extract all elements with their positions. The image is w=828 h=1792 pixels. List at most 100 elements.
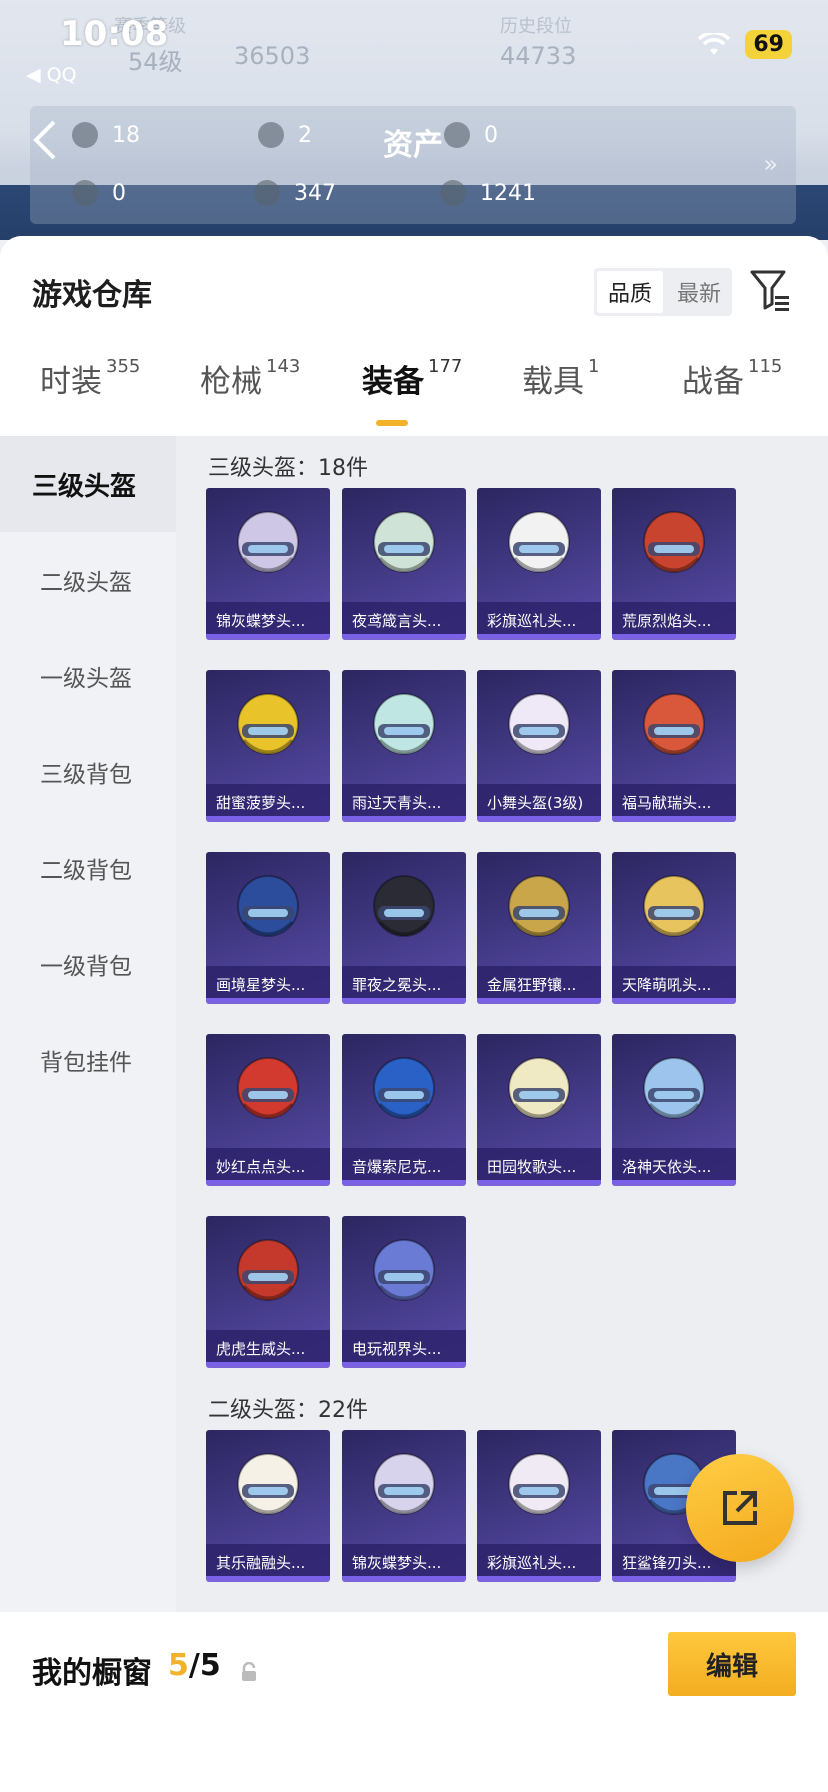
rarity-stripe bbox=[612, 1180, 736, 1184]
asset-item: 18 bbox=[72, 122, 140, 148]
item-grid: 三级头盔：18件 二级头盔：22件 锦灰蝶梦头... 夜鸢箴言头... 彩旗巡礼头.… bbox=[176, 436, 828, 1612]
asset-more-arrow[interactable]: » bbox=[763, 150, 778, 178]
helmet-icon bbox=[373, 1057, 435, 1119]
item-name: 天降萌吼头... bbox=[612, 966, 736, 1002]
showcase-label: 我的橱窗 bbox=[32, 1656, 152, 1691]
rarity-stripe bbox=[342, 816, 466, 820]
rarity-stripe bbox=[206, 998, 330, 1002]
item-card[interactable]: 小舞头盔(3级) bbox=[477, 670, 601, 820]
silver-coin-icon bbox=[254, 180, 280, 206]
item-name: 洛神天依头... bbox=[612, 1148, 736, 1184]
item-card[interactable]: 罪夜之冕头... bbox=[342, 852, 466, 1002]
item-card[interactable]: 彩旗巡礼头... bbox=[477, 1430, 601, 1580]
section-title-level2: 二级头盔：22件 bbox=[208, 1398, 368, 1423]
category-tabs: 时装 355 枪械 143 装备 177 载具 1 战备 115 bbox=[0, 356, 828, 428]
edit-button[interactable]: 编辑 bbox=[668, 1632, 796, 1696]
helmet-icon bbox=[237, 693, 299, 755]
helmet-icon bbox=[373, 693, 435, 755]
rarity-stripe bbox=[477, 1180, 601, 1184]
tab-supplies[interactable]: 战备 115 bbox=[682, 356, 782, 401]
status-indicators: 69 bbox=[697, 30, 792, 59]
share-button[interactable] bbox=[686, 1454, 794, 1562]
sidebar-item-level2-backpack[interactable]: 二级背包 bbox=[0, 820, 176, 916]
item-card[interactable]: 夜鸢箴言头... bbox=[342, 488, 466, 638]
item-name: 电玩视界头... bbox=[342, 1330, 466, 1366]
helmet-icon bbox=[237, 1453, 299, 1515]
sort-quality-button[interactable]: 品质 bbox=[597, 271, 663, 313]
helmet-icon bbox=[643, 693, 705, 755]
item-name: 虎虎生威头... bbox=[206, 1330, 330, 1366]
rarity-stripe bbox=[342, 1576, 466, 1580]
item-name: 福马献瑞头... bbox=[612, 784, 736, 820]
coins-value: 36503 bbox=[234, 42, 311, 70]
item-card[interactable]: 锦灰蝶梦头... bbox=[342, 1430, 466, 1580]
rarity-stripe bbox=[477, 998, 601, 1002]
item-card[interactable]: 音爆索尼克... bbox=[342, 1034, 466, 1184]
back-chevron-icon[interactable] bbox=[30, 118, 60, 162]
item-card[interactable]: 洛神天依头... bbox=[612, 1034, 736, 1184]
item-card[interactable]: 甜蜜菠萝头... bbox=[206, 670, 330, 820]
status-time: 10:08 bbox=[60, 14, 169, 54]
item-card[interactable]: 锦灰蝶梦头... bbox=[206, 488, 330, 638]
item-name: 锦灰蝶梦头... bbox=[206, 602, 330, 638]
item-name: 锦灰蝶梦头... bbox=[342, 1544, 466, 1580]
item-card[interactable]: 妙红点点头... bbox=[206, 1034, 330, 1184]
helmet-icon bbox=[237, 1057, 299, 1119]
rarity-stripe bbox=[612, 816, 736, 820]
page-title: 游戏仓库 bbox=[32, 278, 152, 313]
item-name: 夜鸢箴言头... bbox=[342, 602, 466, 638]
item-card[interactable]: 雨过天青头... bbox=[342, 670, 466, 820]
helmet-icon bbox=[373, 875, 435, 937]
showcase-bar: 我的橱窗 5/5 编辑 bbox=[0, 1612, 828, 1792]
rarity-stripe bbox=[342, 634, 466, 638]
wifi-icon bbox=[697, 30, 731, 57]
item-card[interactable]: 天降萌吼头... bbox=[612, 852, 736, 1002]
warehouse-sheet: 游戏仓库 品质 最新 时装 355 枪械 143 装备 177 载具 1 战备 115 三… bbox=[0, 236, 828, 1792]
filter-icon[interactable] bbox=[748, 268, 792, 314]
subcategory-sidebar: 三级头盔 二级头盔 一级头盔 三级背包 二级背包 一级背包 背包挂件 bbox=[0, 436, 176, 1612]
helmet-icon bbox=[508, 511, 570, 573]
tab-fashion[interactable]: 时装 355 bbox=[40, 356, 140, 401]
sidebar-item-level3-helmet[interactable]: 三级头盔 bbox=[0, 436, 176, 532]
asset-item: 0 bbox=[72, 180, 126, 206]
sidebar-item-level1-helmet[interactable]: 一级头盔 bbox=[0, 628, 176, 724]
rarity-stripe bbox=[342, 1180, 466, 1184]
item-card[interactable]: 荒原烈焰头... bbox=[612, 488, 736, 638]
item-card[interactable]: 彩旗巡礼头... bbox=[477, 488, 601, 638]
item-card[interactable]: 福马献瑞头... bbox=[612, 670, 736, 820]
item-card[interactable]: 其乐融融头... bbox=[206, 1430, 330, 1580]
rarity-stripe bbox=[477, 1576, 601, 1580]
item-card[interactable]: 电玩视界头... bbox=[342, 1216, 466, 1366]
item-name: 金属狂野镶... bbox=[477, 966, 601, 1002]
helmet-icon bbox=[373, 1453, 435, 1515]
item-card[interactable]: 画境星梦头... bbox=[206, 852, 330, 1002]
rarity-stripe bbox=[206, 816, 330, 820]
helmet-icon bbox=[508, 875, 570, 937]
tab-equipment[interactable]: 装备 177 bbox=[362, 356, 462, 401]
points-value: 44733 bbox=[500, 42, 577, 70]
item-name: 雨过天青头... bbox=[342, 784, 466, 820]
sidebar-item-level3-backpack[interactable]: 三级背包 bbox=[0, 724, 176, 820]
sort-newest-button[interactable]: 最新 bbox=[666, 268, 732, 316]
section-title-level3: 三级头盔：18件 bbox=[208, 456, 368, 481]
helmet-icon bbox=[237, 875, 299, 937]
item-card[interactable]: 田园牧歌头... bbox=[477, 1034, 601, 1184]
helmet-icon bbox=[643, 1057, 705, 1119]
tab-vehicles[interactable]: 载具 1 bbox=[522, 356, 599, 401]
asset-item: 347 bbox=[254, 180, 336, 206]
back-to-app[interactable]: ◀ QQ bbox=[26, 64, 77, 86]
asset-title: 资产 bbox=[383, 128, 443, 163]
helmet-icon bbox=[508, 1453, 570, 1515]
asset-header: 赛季等级 54级 36503 历史段位 44733 10:08 ◀ QQ 69 … bbox=[0, 0, 828, 240]
sidebar-item-level1-backpack[interactable]: 一级背包 bbox=[0, 916, 176, 1012]
item-name: 荒原烈焰头... bbox=[612, 602, 736, 638]
rarity-stripe bbox=[342, 1362, 466, 1366]
sidebar-item-backpack-charm[interactable]: 背包挂件 bbox=[0, 1012, 176, 1108]
sidebar-item-level2-helmet[interactable]: 二级头盔 bbox=[0, 532, 176, 628]
sheet-header: 游戏仓库 品质 最新 时装 355 枪械 143 装备 177 载具 1 战备 115 bbox=[0, 236, 828, 436]
item-card[interactable]: 虎虎生威头... bbox=[206, 1216, 330, 1366]
rarity-stripe bbox=[206, 634, 330, 638]
tab-firearms[interactable]: 枪械 143 bbox=[200, 356, 300, 401]
helmet-icon bbox=[237, 1239, 299, 1301]
item-card[interactable]: 金属狂野镶... bbox=[477, 852, 601, 1002]
